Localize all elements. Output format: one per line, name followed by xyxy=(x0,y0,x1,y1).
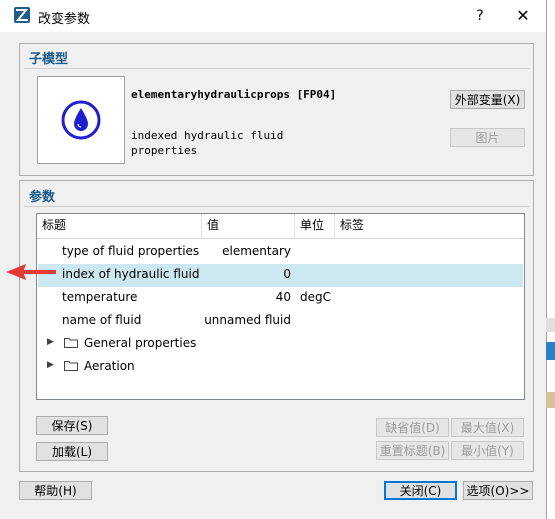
param-title: index of hydraulic fluid xyxy=(62,267,200,281)
table-row[interactable]: name of fluid unnamed fluid xyxy=(38,310,523,333)
param-value[interactable]: elementary xyxy=(222,244,291,258)
load-button[interactable]: 加载(L) xyxy=(36,442,108,461)
param-value[interactable]: 0 xyxy=(283,267,291,281)
submodel-name: elementaryhydraulicprops [FP04] xyxy=(131,88,337,101)
submodel-group: 子模型 elementaryhydraulicprops [FP04] inde… xyxy=(19,43,534,176)
background-window-fragment xyxy=(546,342,555,360)
min-value-button[interactable]: 最小值(Y) xyxy=(451,441,524,460)
window-title: 改变参数 xyxy=(38,12,91,27)
param-title: name of fluid xyxy=(62,313,142,327)
param-title: type of fluid properties xyxy=(62,244,200,258)
submodel-image xyxy=(37,76,125,164)
submodel-description-line2: properties xyxy=(131,144,198,157)
table-row-selected[interactable]: index of hydraulic fluid 0 xyxy=(38,264,523,287)
table-row[interactable]: type of fluid properties elementary xyxy=(38,241,523,264)
image-button[interactable]: 图片 xyxy=(450,128,525,147)
folder-icon xyxy=(64,361,78,371)
external-variables-button[interactable]: 外部变量(X) xyxy=(450,90,525,109)
group-divider xyxy=(24,206,529,207)
water-drop-icon xyxy=(61,100,101,140)
folder-row-general[interactable]: ▶ General properties xyxy=(38,333,523,356)
column-header-unit[interactable]: 单位 xyxy=(295,214,335,238)
background-window-fragment xyxy=(546,318,555,332)
app-logo-icon xyxy=(14,7,30,23)
folder-icon xyxy=(64,338,78,348)
parameters-table[interactable]: 标题 值 单位 标签 type of fluid properties elem… xyxy=(36,213,525,400)
max-value-button[interactable]: 最大值(X) xyxy=(451,418,524,437)
submodel-description-line1: indexed hydraulic fluid xyxy=(131,129,284,142)
close-icon[interactable]: ✕ xyxy=(510,5,536,27)
background-window-fragment xyxy=(546,392,555,408)
param-unit: degC xyxy=(300,290,331,304)
folder-row-aeration[interactable]: ▶ Aeration xyxy=(38,356,523,379)
expand-arrow-icon[interactable]: ▶ xyxy=(47,360,54,370)
reset-title-button[interactable]: 重置标题(B) xyxy=(376,441,449,460)
column-header-value[interactable]: 值 xyxy=(202,214,295,238)
help-title-button[interactable]: ? xyxy=(470,5,490,27)
table-header: 标题 值 单位 标签 xyxy=(37,214,524,239)
default-value-button[interactable]: 缺省值(D) xyxy=(376,418,449,437)
options-button[interactable]: 选项(O)>> xyxy=(463,481,533,500)
param-value[interactable]: unnamed fluid xyxy=(204,313,291,327)
parameters-group-title: 参数 xyxy=(29,190,56,205)
help-button[interactable]: 帮助(H) xyxy=(19,481,92,500)
param-title: temperature xyxy=(62,290,138,304)
folder-label: Aeration xyxy=(84,359,135,373)
change-parameters-dialog: 改变参数 ? ✕ 子模型 elementaryhydraulicprops [F… xyxy=(0,0,547,519)
group-divider xyxy=(24,68,529,69)
table-row[interactable]: temperature 40 degC xyxy=(38,287,523,310)
column-header-title[interactable]: 标题 xyxy=(37,214,202,238)
folder-label: General properties xyxy=(84,336,197,350)
close-button[interactable]: 关闭(C) xyxy=(384,481,457,500)
title-bar: 改变参数 ? ✕ xyxy=(0,0,546,32)
annotation-arrow-icon xyxy=(6,264,56,280)
column-header-tag[interactable]: 标签 xyxy=(335,214,524,238)
param-value[interactable]: 40 xyxy=(276,290,291,304)
expand-arrow-icon[interactable]: ▶ xyxy=(47,337,54,347)
save-button[interactable]: 保存(S) xyxy=(36,416,108,435)
submodel-group-title: 子模型 xyxy=(29,52,69,67)
